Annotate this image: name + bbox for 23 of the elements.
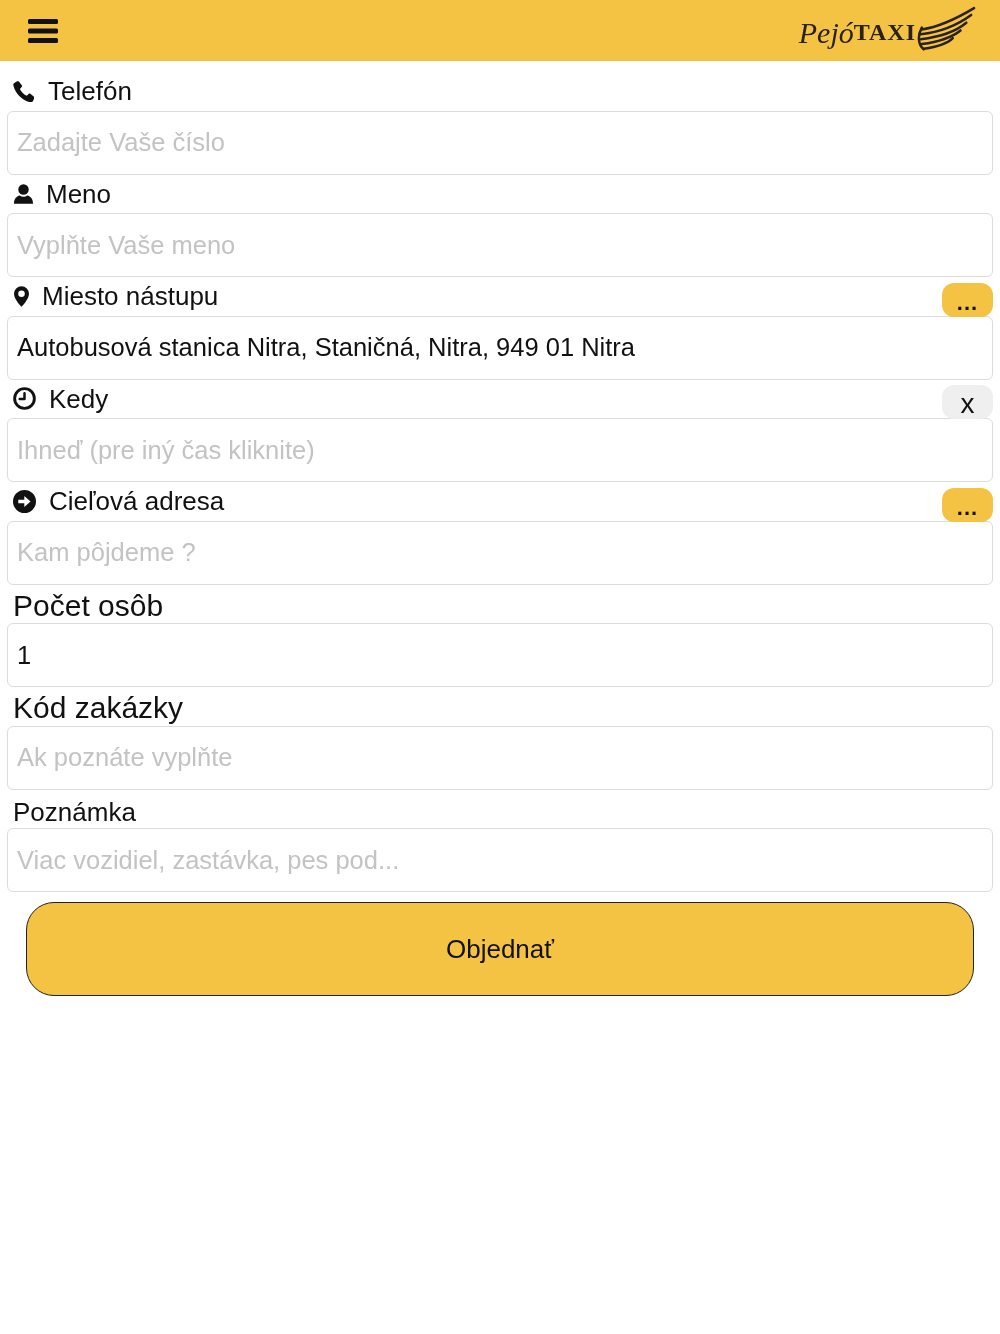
field-label: Poznámka — [13, 798, 136, 825]
wing-icon — [916, 6, 976, 51]
order-button[interactable]: Objednať — [26, 902, 974, 996]
input-field[interactable]: Autobusová stanica Nitra, Staničná, Nitra, 949 01 Nitra — [7, 315, 993, 380]
field-label: Telefón — [48, 78, 132, 105]
field-label: Kedy — [49, 385, 109, 412]
more-button[interactable]: ... — [942, 487, 993, 522]
field-label: Meno — [46, 180, 112, 207]
logo-script-text: Pejó — [798, 17, 854, 48]
clock-icon — [13, 387, 36, 411]
field-label: Cieľová adresa — [49, 488, 225, 515]
map-pin-icon — [14, 285, 29, 307]
logo-text: TAXI — [853, 19, 916, 44]
arrow-circle-right-icon — [13, 489, 36, 513]
clear-button[interactable]: x — [942, 385, 993, 419]
field-label: Kód zakázky — [13, 693, 184, 724]
more-button[interactable]: ... — [942, 282, 993, 317]
input-field[interactable]: 1 — [7, 623, 993, 687]
field-label: Počet osôb — [13, 590, 164, 621]
field-label: Miesto nástupu — [42, 283, 219, 310]
user-icon — [14, 183, 33, 204]
menu-icon[interactable] — [28, 18, 58, 43]
phone-icon — [13, 80, 34, 102]
